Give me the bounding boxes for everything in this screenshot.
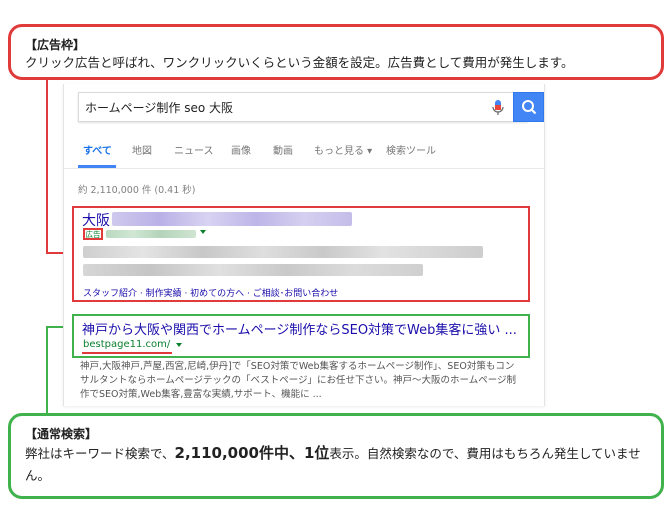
organic-result-url[interactable]: bestpage11.com/	[83, 339, 170, 350]
tabs-divider	[64, 168, 544, 169]
ad-result: 大阪 広告 スタッフ紹介 · 制作実績 · 初めての方へ · ご相談･お問い合わ…	[72, 206, 530, 302]
organic-callout: 【通常検索】 弊社はキーワード検索で、2,110,000件中、1位表示。自然検索…	[8, 413, 664, 499]
result-stats: 約 2,110,000 件 (0.41 秒)	[78, 185, 196, 196]
ad-callout-body: クリック広告と呼ばれ、ワンクリックいくらという金額を設定。広告費として費用が発生…	[25, 55, 574, 70]
search-results-panel: すべて 地図 ニュース 画像 動画 もっと見る ▾ 検索ツール 約 2,110,…	[63, 84, 545, 406]
dropdown-arrow-icon[interactable]	[200, 230, 206, 234]
organic-url-highlight	[82, 352, 172, 354]
dropdown-arrow-icon[interactable]	[176, 343, 182, 347]
organic-result: 神戸から大阪や関西でホームページ制作ならSEO対策でWeb集客に強い ... b…	[72, 314, 530, 358]
organic-result-title[interactable]: 神戸から大阪や関西でホームページ制作ならSEO対策でWeb集客に強い ...	[82, 319, 517, 338]
tab-images[interactable]: 画像	[231, 142, 251, 157]
organic-callout-body-pre: 弊社はキーワード検索で、	[25, 446, 175, 461]
ad-result-title[interactable]: 大阪	[82, 210, 110, 230]
search-input[interactable]	[85, 96, 481, 118]
organic-callout-body: 弊社はキーワード検索で、2,110,000件中、1位表示。自然検索なので、費用は…	[25, 442, 647, 487]
organic-callout-rank: 2,110,000件中、1位	[174, 444, 330, 462]
tab-videos[interactable]: 動画	[273, 142, 293, 157]
ad-callout-title: 【広告枠】	[25, 38, 86, 52]
tab-maps[interactable]: 地図	[132, 142, 152, 157]
search-button[interactable]	[513, 92, 544, 122]
ad-title-blurred	[112, 212, 352, 226]
ad-callout: 【広告枠】 クリック広告と呼ばれ、ワンクリックいくらという金額を設定。広告費とし…	[8, 24, 664, 80]
tab-more[interactable]: もっと見る ▾	[314, 142, 372, 157]
ad-sitelinks[interactable]: スタッフ紹介 · 制作実績 · 初めての方へ · ご相談･お問い合わせ	[83, 286, 338, 299]
mic-icon[interactable]	[489, 98, 507, 118]
tab-all[interactable]: すべて	[83, 142, 112, 157]
search-icon	[522, 100, 537, 115]
organic-connector-vertical	[46, 326, 48, 414]
organic-callout-title: 【通常検索】	[25, 427, 98, 441]
ad-connector-vertical	[46, 80, 48, 253]
organic-result-snippet: 神戸,大阪神戸,芦屋,西宮,尼崎,伊丹]で「SEO対策でWeb集客するホームペー…	[80, 361, 517, 400]
tab-news[interactable]: ニュース	[174, 142, 214, 157]
search-box	[78, 92, 544, 122]
ad-description-blurred-line-2	[83, 264, 423, 276]
tab-search-tools[interactable]: 検索ツール	[386, 142, 436, 157]
ad-description-blurred-line-1	[83, 246, 483, 258]
ad-badge: 広告	[83, 228, 103, 240]
ad-url-blurred	[106, 230, 196, 238]
